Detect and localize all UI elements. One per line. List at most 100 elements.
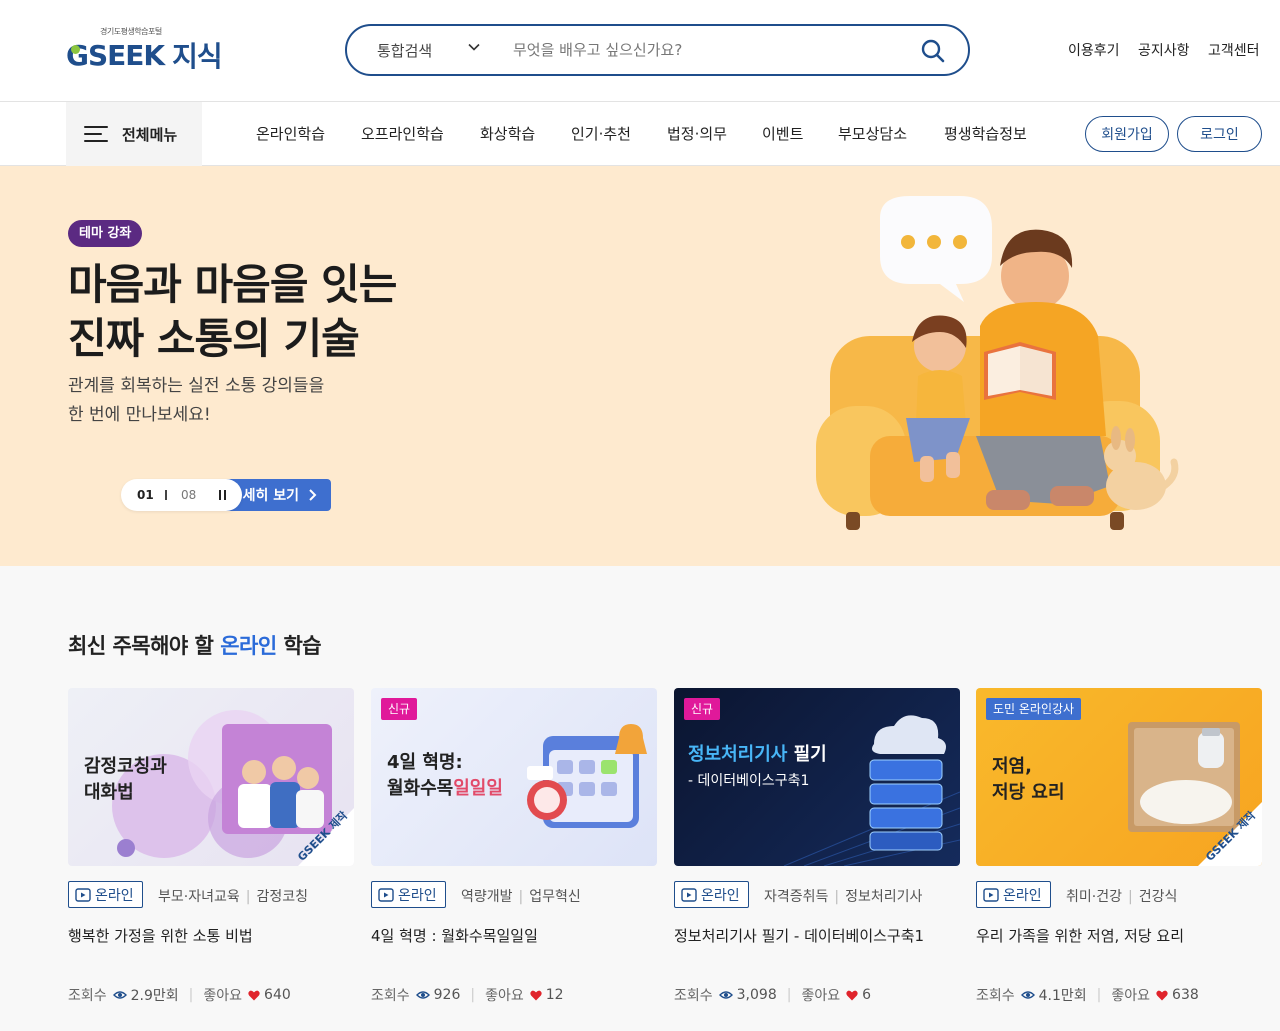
heart-icon <box>846 990 858 1000</box>
views-label: 조회수 <box>976 988 1015 1004</box>
course-title[interactable]: 4일 혁명 : 월화수목일일일 <box>371 925 538 946</box>
course-stats: 조회수 4.1만회 | 좋아요 638 <box>976 987 1199 1004</box>
heart-icon <box>1156 990 1168 1000</box>
util-link-support[interactable]: 고객센터 <box>1208 40 1260 60</box>
chevron-right-icon <box>309 489 317 501</box>
likes-count: 640 <box>264 987 291 1003</box>
thumbnail-title: 정보처리기사 필기 - 데이터베이스구축1 <box>688 742 827 794</box>
thumbnail-title: 감정코칭과 대화법 <box>84 754 167 806</box>
course-categories: 취미·건강 | 건강식 <box>1066 889 1178 905</box>
pause-icon[interactable] <box>219 490 227 500</box>
pager-current: 01 <box>137 488 154 502</box>
likes-label: 좋아요 <box>801 988 841 1004</box>
nav-video-learning[interactable]: 화상학습 <box>480 123 535 144</box>
views-label: 조회수 <box>68 988 107 1004</box>
search-icon[interactable] <box>920 38 946 64</box>
course-thumbnail[interactable]: 신규 정보처리기사 필기 - 데이터베이스구축1 <box>674 688 960 866</box>
nav-popular[interactable]: 인기·추천 <box>571 123 631 144</box>
section-title: 최신 주목해야 할 온라인 학습 <box>68 630 322 660</box>
new-tag: 신규 <box>381 698 418 720</box>
course-title[interactable]: 정보처리기사 필기 - 데이터베이스구축1 <box>674 925 924 946</box>
login-button[interactable]: 로그인 <box>1177 116 1262 152</box>
nav-online-learning[interactable]: 온라인학습 <box>256 123 325 144</box>
course-thumbnail[interactable]: 도민 온라인강사 저염, 저당 요리 GSEEK 제작 <box>976 688 1262 866</box>
course-title[interactable]: 우리 가족을 위한 저염, 저당 요리 <box>976 925 1184 946</box>
nav-offline-learning[interactable]: 오프라인학습 <box>361 123 444 144</box>
thumbnail-title-line-2b: 일일일 <box>453 778 503 799</box>
pager-total: 08 <box>181 488 197 502</box>
views-count: 2.9만회 <box>130 988 179 1004</box>
section-title-accent: 온라인 <box>220 634 277 658</box>
course-card[interactable]: 신규 정보처리기사 필기 - 데이터베이스구축1 온라인 자격증취득 | 정보처리기… <box>674 688 960 1018</box>
thumbnail-title-line-2: 저당 요리 <box>992 782 1065 803</box>
nav-lifelong-info[interactable]: 평생학습정보 <box>944 123 1027 144</box>
thumbnail-title: 4일 혁명: 월화수목일일일 <box>387 750 503 802</box>
course-card[interactable]: 도민 온라인강사 저염, 저당 요리 GSEEK 제작 온라인 취미·건강 | 건강… <box>976 688 1262 1018</box>
course-categories: 역량개발 | 업무혁신 <box>461 889 581 905</box>
hero-title-line-1: 마음과 마음을 잇는 <box>68 260 397 309</box>
util-link-reviews[interactable]: 이용후기 <box>1068 40 1120 60</box>
online-chip: 온라인 <box>976 881 1051 908</box>
hero-illustration <box>816 196 1179 530</box>
util-link-notice[interactable]: 공지사항 <box>1138 40 1190 60</box>
eye-icon <box>112 991 127 999</box>
online-chip-label: 온라인 <box>701 887 740 904</box>
play-icon <box>378 887 394 902</box>
online-chip-label: 온라인 <box>1003 887 1042 904</box>
course-thumbnail[interactable]: 감정코칭과 대화법 GSEEK 제작 <box>68 688 354 866</box>
instructor-tag: 도민 온라인강사 <box>986 698 1082 720</box>
course-title[interactable]: 행복한 가정을 위한 소통 비법 <box>68 925 253 946</box>
thumbnail-title-line-1: 감정코칭과 <box>84 756 167 777</box>
site-header: 경기도평생학습포털 G SEEK 지식 통합검색 이용후기 공지사항 고객센터 <box>0 0 1280 102</box>
search-scope-select[interactable]: 통합검색 <box>377 40 432 61</box>
course-thumbnail[interactable]: 신규 4일 혁명: 월화수목일일일 <box>371 688 657 866</box>
logo-seek: SEEK <box>87 38 165 72</box>
thumbnail-title-line-2a: 월화수목 <box>387 778 454 799</box>
category-secondary: 감정코칭 <box>256 889 308 905</box>
online-chip: 온라인 <box>371 881 446 908</box>
section-title-suffix: 학습 <box>276 634 322 658</box>
thumbnail-title-line-1b: 필기 <box>787 744 827 765</box>
category-secondary: 건강식 <box>1138 889 1178 905</box>
category-secondary: 정보처리기사 <box>845 889 923 905</box>
new-tag: 신규 <box>684 698 721 720</box>
course-card[interactable]: 감정코칭과 대화법 GSEEK 제작 온라인 부모·자녀교육 | 감정코칭 행복한 … <box>68 688 354 1018</box>
eye-icon <box>718 991 733 999</box>
theme-badge: 테마 강좌 <box>68 220 143 247</box>
signup-button[interactable]: 회원가입 <box>1085 116 1169 152</box>
hamburger-icon <box>84 124 108 144</box>
hero-title: 마음과 마음을 잇는 진짜 소통의 기술 <box>68 258 397 366</box>
view-details-label: 세히 보기 <box>242 488 299 504</box>
search-bar: 통합검색 <box>345 24 970 76</box>
logo-wordmark: G SEEK 지식 <box>66 35 223 75</box>
nav-legal[interactable]: 법정·의무 <box>667 123 727 144</box>
hero-desc-line-2: 한 번에 만나보세요! <box>68 405 211 425</box>
book-icon <box>984 342 1056 400</box>
course-card[interactable]: 신규 4일 혁명: 월화수목일일일 온라인 역량개발 | 업무혁신 4일 혁명 : … <box>371 688 657 1018</box>
likes-label: 좋아요 <box>485 988 524 1004</box>
eye-icon <box>415 991 430 999</box>
eye-icon <box>1020 991 1035 999</box>
hero-title-line-2: 진짜 소통의 기술 <box>68 314 360 363</box>
course-categories: 부모·자녀교육 | 감정코칭 <box>158 889 308 905</box>
heart-icon <box>248 990 260 1000</box>
play-icon <box>983 887 999 902</box>
nav-parent-counsel[interactable]: 부모상담소 <box>838 123 907 144</box>
category-primary: 자격증취득 <box>764 889 829 905</box>
search-input[interactable] <box>513 38 903 62</box>
all-menu-button[interactable]: 전체메뉴 <box>66 102 202 166</box>
online-learning-section: 최신 주목해야 할 온라인 학습 감정코칭과 대화법 GSEEK 제작 온라인 … <box>0 566 1280 1031</box>
chevron-down-icon[interactable] <box>467 40 481 54</box>
likes-count: 6 <box>862 987 872 1003</box>
slide-pager: 01 08 <box>121 479 242 511</box>
thumbnail-title-line-1: 4일 혁명: <box>387 752 463 773</box>
online-chip: 온라인 <box>68 881 143 908</box>
thumbnail-title-line-1a: 정보처리기사 <box>688 744 788 765</box>
course-stats: 조회수 3,098 | 좋아요 6 <box>674 987 872 1004</box>
nav-event[interactable]: 이벤트 <box>762 123 803 144</box>
likes-count: 638 <box>1172 987 1199 1003</box>
views-count: 4.1만회 <box>1038 988 1087 1004</box>
online-chip-label: 온라인 <box>95 887 134 904</box>
views-label: 조회수 <box>371 988 410 1004</box>
site-logo[interactable]: 경기도평생학습포털 G SEEK 지식 <box>66 26 246 74</box>
